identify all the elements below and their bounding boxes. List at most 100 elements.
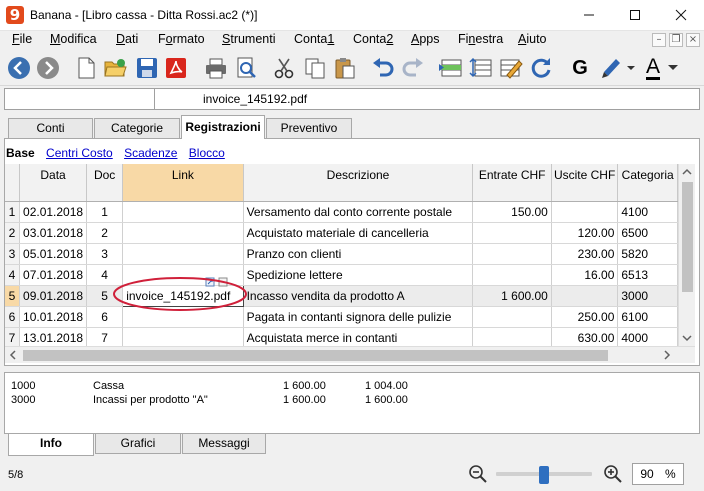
cell-uscite[interactable]: 230.00 xyxy=(551,243,619,265)
tab-registrazioni[interactable]: Registrazioni xyxy=(181,115,265,139)
cell-descrizione[interactable]: Pagata in contanti signora delle pulizie xyxy=(243,306,474,328)
cell-data[interactable]: 03.01.2018 xyxy=(19,222,88,244)
cell-reference-field[interactable] xyxy=(5,89,155,109)
cell-categoria[interactable]: 4000 xyxy=(617,327,678,346)
menu-file[interactable]: File xyxy=(12,32,32,46)
cell-descrizione[interactable]: Acquistata merce in contanti xyxy=(243,327,474,346)
zoom-out-button[interactable] xyxy=(468,464,488,484)
cell-categoria[interactable]: 4100 xyxy=(617,201,678,223)
tab-messaggi[interactable]: Messaggi xyxy=(182,434,266,454)
row-number[interactable]: 6 xyxy=(5,306,20,328)
menu-finestra[interactable]: Finestra xyxy=(458,32,503,46)
print-preview-button[interactable] xyxy=(232,54,260,82)
bold-button[interactable]: G xyxy=(566,54,594,82)
cell-categoria[interactable]: 6500 xyxy=(617,222,678,244)
copy-button[interactable] xyxy=(301,54,329,82)
menu-conta1[interactable]: Conta1 xyxy=(294,32,334,46)
tab-grafici[interactable]: Grafici xyxy=(95,434,181,454)
menu-formato[interactable]: Formato xyxy=(158,32,205,46)
cell-entrate[interactable]: 1 600.00 xyxy=(472,285,552,307)
new-file-button[interactable] xyxy=(72,54,100,82)
cell-entrate[interactable] xyxy=(472,327,552,346)
edit-rows-button[interactable] xyxy=(497,54,525,82)
table-row[interactable]: 6 10.01.2018 6 Pagata in contanti signor… xyxy=(5,306,678,328)
cell-entrate[interactable] xyxy=(472,306,552,328)
forward-button[interactable] xyxy=(34,54,62,82)
view-scadenze[interactable]: Scadenze xyxy=(124,146,177,160)
menu-modifica[interactable]: Modifica xyxy=(50,32,97,46)
view-centri-costo[interactable]: Centri Costo xyxy=(46,146,113,160)
column-header-doc[interactable]: Doc xyxy=(86,164,124,202)
cell-data[interactable]: 13.01.2018 xyxy=(19,327,88,346)
column-header-link[interactable]: Link xyxy=(122,164,244,202)
menu-apps[interactable]: Apps xyxy=(411,32,440,46)
column-header-uscite[interactable]: Uscite CHF xyxy=(551,164,619,202)
tab-info[interactable]: Info xyxy=(8,434,94,456)
cell-link[interactable] xyxy=(122,222,244,244)
row-number[interactable]: 4 xyxy=(5,264,20,286)
cell-entrate[interactable] xyxy=(472,264,552,286)
table-row-selected[interactable]: 5 09.01.2018 5 invoice_145192.pdf Incass… xyxy=(5,284,678,307)
cell-doc[interactable]: 2 xyxy=(86,222,124,244)
cell-doc[interactable]: 7 xyxy=(86,327,124,346)
cell-link[interactable] xyxy=(122,327,244,346)
cell-entrate[interactable] xyxy=(472,222,552,244)
column-header-data[interactable]: Data xyxy=(19,164,88,202)
menu-conta2[interactable]: Conta2 xyxy=(353,32,393,46)
close-button[interactable] xyxy=(658,0,704,30)
cell-uscite[interactable] xyxy=(551,285,619,307)
table-row[interactable]: 3 05.01.2018 3 Pranzo con clienti 230.00… xyxy=(5,243,678,265)
view-base[interactable]: Base xyxy=(6,146,35,160)
cell-doc[interactable]: 1 xyxy=(86,201,124,223)
cell-categoria[interactable]: 6513 xyxy=(617,264,678,286)
cell-link[interactable] xyxy=(122,201,244,223)
cell-descrizione[interactable]: Spedizione lettere xyxy=(243,264,474,286)
cell-link[interactable] xyxy=(122,243,244,265)
cell-descrizione[interactable]: Acquistato materiale di cancelleria xyxy=(243,222,474,244)
cell-uscite[interactable] xyxy=(551,201,619,223)
column-header-categoria[interactable]: Categoria xyxy=(617,164,678,202)
move-rows-button[interactable] xyxy=(467,54,495,82)
cell-descrizione[interactable]: Pranzo con clienti xyxy=(243,243,474,265)
cell-doc[interactable]: 3 xyxy=(86,243,124,265)
zoom-level-field[interactable]: 90 % xyxy=(632,463,684,485)
menu-dati[interactable]: Dati xyxy=(116,32,138,46)
row-number[interactable]: 5 xyxy=(5,285,20,307)
cell-uscite[interactable]: 250.00 xyxy=(551,306,619,328)
print-button[interactable] xyxy=(202,54,230,82)
zoom-in-button[interactable] xyxy=(603,464,623,484)
cell-categoria[interactable]: 5820 xyxy=(617,243,678,265)
cell-data[interactable]: 05.01.2018 xyxy=(19,243,88,265)
cut-button[interactable] xyxy=(270,54,298,82)
highlighter-button[interactable] xyxy=(598,54,638,82)
mdi-restore-button[interactable]: ❐ xyxy=(669,33,683,47)
view-blocco[interactable]: Blocco xyxy=(189,146,225,160)
table-row[interactable]: 2 03.01.2018 2 Acquistato materiale di c… xyxy=(5,222,678,244)
open-file-button[interactable] xyxy=(101,54,129,82)
redo-button[interactable] xyxy=(399,54,427,82)
tab-conti[interactable]: Conti xyxy=(8,118,93,138)
save-button[interactable] xyxy=(133,54,161,82)
cell-entrate[interactable]: 150.00 xyxy=(472,201,552,223)
cell-data[interactable]: 09.01.2018 xyxy=(19,285,88,307)
cell-entrate[interactable] xyxy=(472,243,552,265)
zoom-slider[interactable] xyxy=(494,463,594,487)
paste-button[interactable] xyxy=(331,54,359,82)
cell-categoria[interactable]: 3000 xyxy=(617,285,678,307)
tab-categorie[interactable]: Categorie xyxy=(94,118,180,138)
column-header-descrizione[interactable]: Descrizione xyxy=(243,164,474,202)
maximize-button[interactable] xyxy=(612,0,658,30)
cell-edit-line[interactable]: invoice_145192.pdf xyxy=(4,88,700,110)
menu-aiuto[interactable]: Aiuto xyxy=(518,32,547,46)
cell-data[interactable]: 10.01.2018 xyxy=(19,306,88,328)
undo-button[interactable] xyxy=(369,54,397,82)
text-color-button[interactable]: A xyxy=(640,54,684,82)
cell-data[interactable]: 02.01.2018 xyxy=(19,201,88,223)
menu-strumenti[interactable]: Strumenti xyxy=(222,32,276,46)
row-number[interactable]: 2 xyxy=(5,222,20,244)
pdf-button[interactable] xyxy=(162,54,190,82)
horizontal-scrollbar[interactable] xyxy=(5,346,695,363)
minimize-button[interactable] xyxy=(566,0,612,30)
column-header-entrate[interactable]: Entrate CHF xyxy=(472,164,552,202)
vertical-scrollbar[interactable] xyxy=(678,164,695,346)
